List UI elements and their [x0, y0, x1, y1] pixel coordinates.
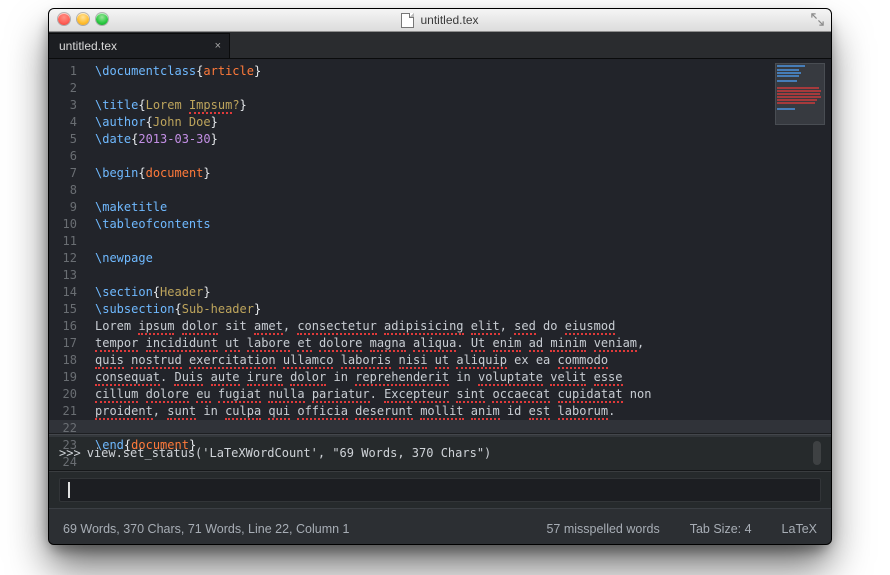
line-number[interactable]: 21: [49, 403, 85, 420]
line-number[interactable]: 10: [49, 216, 85, 233]
zoom-window-button[interactable]: [96, 13, 108, 25]
console-input-bar: [49, 471, 831, 508]
document-icon: [401, 13, 414, 28]
line-number[interactable]: 7: [49, 165, 85, 182]
code-line[interactable]: \documentclass{article}: [95, 63, 771, 80]
status-tab-size[interactable]: Tab Size: 4: [690, 522, 752, 536]
minimap[interactable]: [775, 63, 823, 123]
line-number[interactable]: 4: [49, 114, 85, 131]
code-line[interactable]: Lorem ipsum dolor sit amet, consectetur …: [95, 318, 771, 335]
status-wordcount[interactable]: 69 Words, 370 Chars, 71 Words, Line 22, …: [63, 522, 350, 536]
line-number[interactable]: 15: [49, 301, 85, 318]
code-line[interactable]: \date{2013-03-30}: [95, 131, 771, 148]
status-bar: 69 Words, 370 Chars, 71 Words, Line 22, …: [49, 508, 831, 545]
code-line[interactable]: quis nostrud exercitation ullamco labori…: [95, 352, 771, 369]
line-number[interactable]: 20: [49, 386, 85, 403]
status-language[interactable]: LaTeX: [782, 522, 817, 536]
code-line[interactable]: \section{Header}: [95, 284, 771, 301]
line-number[interactable]: 18: [49, 352, 85, 369]
line-number[interactable]: 8: [49, 182, 85, 199]
code-line[interactable]: [95, 182, 771, 199]
window-title-text: untitled.tex: [420, 13, 478, 27]
code-line[interactable]: [95, 80, 771, 97]
code-line[interactable]: [95, 454, 771, 471]
line-number[interactable]: 12: [49, 250, 85, 267]
line-number[interactable]: 6: [49, 148, 85, 165]
code-line[interactable]: [95, 267, 771, 284]
tab-file[interactable]: untitled.tex ×: [49, 33, 230, 58]
tab-label: untitled.tex: [59, 39, 117, 53]
line-number[interactable]: 24: [49, 454, 85, 471]
line-number[interactable]: 22: [49, 420, 85, 437]
window-controls: [58, 13, 108, 25]
minimize-window-button[interactable]: [77, 13, 89, 25]
line-number[interactable]: 5: [49, 131, 85, 148]
app-window: untitled.tex untitled.tex × 123456789101…: [48, 8, 832, 545]
code-line[interactable]: tempor incididunt ut labore et dolore ma…: [95, 335, 771, 352]
text-caret: [68, 482, 70, 498]
code-line[interactable]: consequat. Duis aute irure dolor in repr…: [95, 369, 771, 386]
code-line[interactable]: cillum dolore eu fugiat nulla pariatur. …: [95, 386, 771, 403]
code-line[interactable]: \newpage: [95, 250, 771, 267]
line-number[interactable]: 3: [49, 97, 85, 114]
line-number-gutter[interactable]: 123456789101112131415161718192021222324: [49, 63, 85, 471]
console-scrollbar-thumb[interactable]: [813, 441, 821, 465]
tab-bar[interactable]: untitled.tex ×: [49, 32, 831, 59]
line-number[interactable]: 1: [49, 63, 85, 80]
line-number[interactable]: 16: [49, 318, 85, 335]
console-input[interactable]: [59, 478, 821, 502]
line-number[interactable]: 2: [49, 80, 85, 97]
line-number[interactable]: 11: [49, 233, 85, 250]
code-line[interactable]: [95, 148, 771, 165]
line-number[interactable]: 14: [49, 284, 85, 301]
code-area[interactable]: \documentclass{article} \title{Lorem Imp…: [95, 63, 771, 471]
window-title: untitled.tex: [401, 13, 478, 28]
code-line[interactable]: [95, 420, 771, 437]
code-line[interactable]: \title{Lorem Impsum?}: [95, 97, 771, 114]
status-spellcheck[interactable]: 57 misspelled words: [546, 522, 659, 536]
code-line[interactable]: \tableofcontents: [95, 216, 771, 233]
code-editor[interactable]: 123456789101112131415161718192021222324 …: [49, 59, 831, 434]
code-line[interactable]: \subsection{Sub-header}: [95, 301, 771, 318]
close-tab-icon[interactable]: ×: [215, 40, 221, 52]
close-window-button[interactable]: [58, 13, 70, 25]
fullscreen-icon[interactable]: [810, 12, 825, 27]
title-bar[interactable]: untitled.tex: [49, 9, 831, 32]
code-line[interactable]: proident, sunt in culpa qui officia dese…: [95, 403, 771, 420]
line-number[interactable]: 13: [49, 267, 85, 284]
line-number[interactable]: 23: [49, 437, 85, 454]
code-line[interactable]: \author{John Doe}: [95, 114, 771, 131]
code-line[interactable]: [95, 233, 771, 250]
line-number[interactable]: 19: [49, 369, 85, 386]
line-number[interactable]: 9: [49, 199, 85, 216]
code-line[interactable]: \end{document}: [95, 437, 771, 454]
code-line[interactable]: \begin{document}: [95, 165, 771, 182]
line-number[interactable]: 17: [49, 335, 85, 352]
code-line[interactable]: \maketitle: [95, 199, 771, 216]
